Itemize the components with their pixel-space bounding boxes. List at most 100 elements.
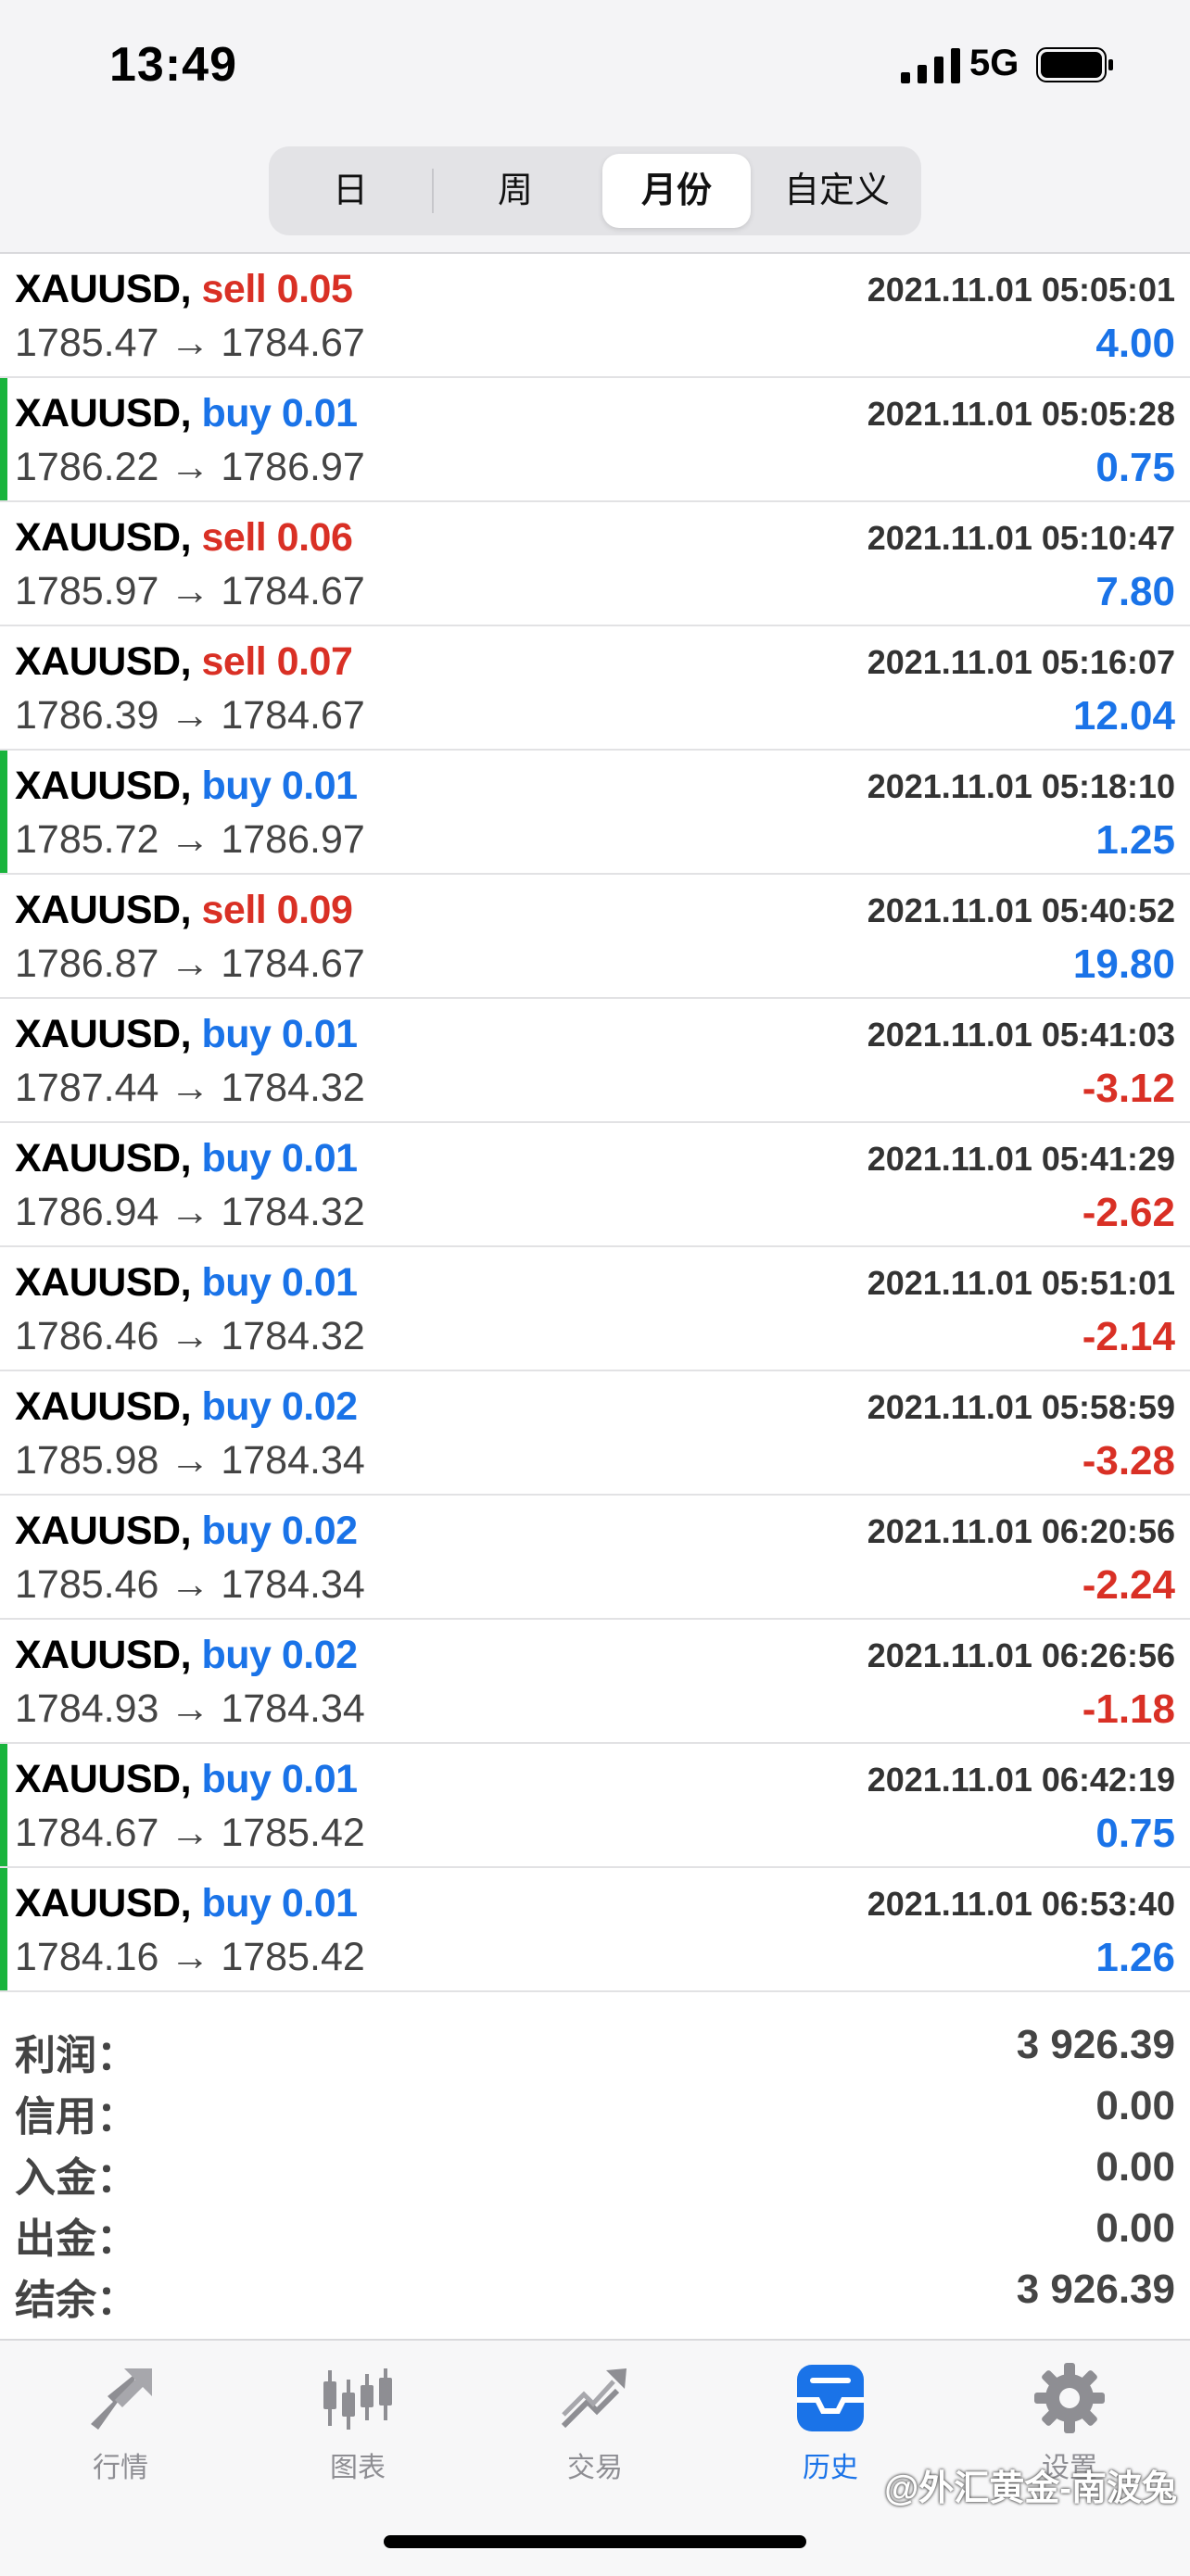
- open-price: 1785.98: [15, 1438, 159, 1483]
- trade-profit: -3.28: [1082, 1438, 1175, 1484]
- trade-side: buy: [201, 1136, 272, 1181]
- tab-quotes[interactable]: 行情: [37, 2359, 204, 2485]
- trade-row[interactable]: XAUUSD, sell 0.06 2021.11.01 05:10:47 1785…: [0, 502, 1190, 626]
- trade-row[interactable]: XAUUSD, buy 0.01 2021.11.01 06:42:19 1784.…: [0, 1744, 1190, 1868]
- trade-volume: 0.01: [281, 1260, 358, 1305]
- summary-value: 0.00: [1095, 2083, 1175, 2128]
- trade-profit: -2.62: [1082, 1190, 1175, 1235]
- trade-profit: 4.00: [1095, 321, 1175, 366]
- arrow-icon: →: [170, 569, 210, 613]
- trade-symbol: XAUUSD, buy 0.01: [15, 1757, 358, 1802]
- trade-row[interactable]: XAUUSD, buy 0.02 2021.11.01 06:20:56 1785.…: [0, 1496, 1190, 1620]
- trade-row[interactable]: XAUUSD, buy 0.01 2021.11.01 05:41:03 1787.…: [0, 999, 1190, 1123]
- trade-symbol: XAUUSD, buy 0.02: [15, 1509, 358, 1554]
- arrow-icon: →: [170, 321, 210, 365]
- tab-trade[interactable]: 交易: [512, 2359, 678, 2485]
- segment-month[interactable]: 月份: [602, 154, 751, 228]
- trade-profit: 0.75: [1095, 1811, 1175, 1856]
- close-price: 1786.97: [221, 445, 365, 489]
- arrow-icon: →: [170, 445, 210, 489]
- trade-side: buy: [201, 1757, 272, 1801]
- trade-row[interactable]: XAUUSD, buy 0.01 2021.11.01 05:05:28 1786.…: [0, 378, 1190, 502]
- open-price: 1786.46: [15, 1314, 159, 1358]
- trade-volume: 0.02: [281, 1633, 358, 1677]
- close-price: 1784.34: [221, 1562, 365, 1607]
- trade-volume: 0.01: [281, 1881, 358, 1926]
- trade-row[interactable]: XAUUSD, buy 0.02 2021.11.01 05:58:59 1785.…: [0, 1371, 1190, 1496]
- trade-profit: -2.24: [1082, 1562, 1175, 1608]
- trade-time: 2021.11.01 05:58:59: [867, 1388, 1175, 1426]
- home-indicator: [384, 2535, 806, 2548]
- close-price: 1784.34: [221, 1686, 365, 1731]
- symbol-name: XAUUSD,: [15, 1384, 192, 1429]
- summary-value: 3 926.39: [1016, 2267, 1175, 2312]
- trade-profit: -2.14: [1082, 1314, 1175, 1359]
- trade-symbol: XAUUSD, sell 0.06: [15, 515, 353, 561]
- trade-volume: 0.06: [276, 515, 353, 560]
- symbol-name: XAUUSD,: [15, 391, 192, 436]
- trade-symbol: XAUUSD, buy 0.02: [15, 1633, 358, 1678]
- trade-prices: 1784.67 → 1785.42: [15, 1811, 365, 1856]
- trade-row[interactable]: XAUUSD, buy 0.01 2021.11.01 05:41:29 1786.…: [0, 1123, 1190, 1247]
- symbol-name: XAUUSD,: [15, 1757, 192, 1801]
- trade-volume: 0.02: [281, 1384, 358, 1429]
- trade-prices: 1785.97 → 1784.67: [15, 569, 365, 614]
- segment-week[interactable]: 周: [441, 154, 589, 228]
- win-marker: [0, 1744, 7, 1866]
- trade-row[interactable]: XAUUSD, buy 0.01 2021.11.01 05:18:10 1785.…: [0, 751, 1190, 875]
- trade-prices: 1787.44 → 1784.32: [15, 1066, 365, 1111]
- symbol-name: XAUUSD,: [15, 888, 192, 932]
- arrow-icon: →: [170, 1811, 210, 1855]
- trade-side: buy: [201, 1260, 272, 1305]
- trade-symbol: XAUUSD, buy 0.01: [15, 1136, 358, 1181]
- open-price: 1784.93: [15, 1686, 159, 1731]
- summary-row: 出金： 0.00: [0, 2200, 1190, 2262]
- trade-prices: 1786.22 → 1786.97: [15, 445, 365, 490]
- open-price: 1784.16: [15, 1935, 159, 1979]
- trade-symbol: XAUUSD, buy 0.01: [15, 1260, 358, 1306]
- tab-quotes-label: 行情: [93, 2453, 148, 2483]
- trade-prices: 1785.98 → 1784.34: [15, 1438, 365, 1484]
- open-price: 1786.87: [15, 941, 159, 986]
- win-marker: [0, 751, 7, 873]
- open-price: 1786.22: [15, 445, 159, 489]
- symbol-name: XAUUSD,: [15, 267, 192, 311]
- trade-time: 2021.11.01 05:40:52: [867, 891, 1175, 929]
- trade-row[interactable]: XAUUSD, sell 0.09 2021.11.01 05:40:52 1786…: [0, 875, 1190, 999]
- trade-side: buy: [201, 1509, 272, 1553]
- trade-row[interactable]: XAUUSD, buy 0.02 2021.11.01 06:26:56 1784.…: [0, 1620, 1190, 1744]
- close-price: 1784.67: [221, 693, 365, 738]
- close-price: 1785.42: [221, 1811, 365, 1855]
- trade-row[interactable]: XAUUSD, sell 0.05 2021.11.01 05:05:01 1785…: [0, 254, 1190, 378]
- symbol-name: XAUUSD,: [15, 1012, 192, 1056]
- trade-prices: 1786.39 → 1784.67: [15, 693, 365, 739]
- tab-chart[interactable]: 图表: [274, 2359, 441, 2485]
- trade-row[interactable]: XAUUSD, sell 0.07 2021.11.01 05:16:07 1786…: [0, 626, 1190, 751]
- summary-row: 入金： 0.00: [0, 2139, 1190, 2201]
- segment-custom[interactable]: 自定义: [760, 154, 914, 228]
- win-marker: [0, 1868, 7, 1990]
- trade-time: 2021.11.01 05:41:03: [867, 1016, 1175, 1054]
- close-price: 1786.97: [221, 817, 365, 862]
- status-time: 13:49: [109, 38, 237, 92]
- trade-prices: 1784.93 → 1784.34: [15, 1686, 365, 1732]
- signal-icon: [901, 48, 960, 83]
- trade-volume: 0.01: [281, 1012, 358, 1056]
- trade-prices: 1786.94 → 1784.32: [15, 1190, 365, 1235]
- network-type: 5G: [969, 43, 1019, 83]
- trade-symbol: XAUUSD, buy 0.01: [15, 1012, 358, 1057]
- trade-profit: 12.04: [1072, 693, 1175, 739]
- trade-symbol: XAUUSD, buy 0.01: [15, 1881, 358, 1926]
- trade-symbol: XAUUSD, sell 0.09: [15, 888, 353, 933]
- segment-day[interactable]: 日: [276, 154, 424, 228]
- trade-profit: -3.12: [1082, 1066, 1175, 1111]
- summary-row: 结余： 3 926.39: [0, 2261, 1190, 2323]
- trade-row[interactable]: XAUUSD, buy 0.01 2021.11.01 05:51:01 1786.…: [0, 1247, 1190, 1371]
- trade-row[interactable]: XAUUSD, buy 0.01 2021.11.01 06:53:40 1784.…: [0, 1868, 1190, 1992]
- trade-symbol: XAUUSD, sell 0.05: [15, 267, 353, 312]
- trade-time: 2021.11.01 06:53:40: [867, 1885, 1175, 1923]
- account-summary: 利润： 3 926.39 信用： 0.00 入金： 0.00 出金： 0.00 结余： 3 926…: [0, 2016, 1190, 2323]
- symbol-name: XAUUSD,: [15, 1881, 192, 1926]
- trade-time: 2021.11.01 05:18:10: [867, 767, 1175, 805]
- trade-profit: 1.26: [1095, 1935, 1175, 1980]
